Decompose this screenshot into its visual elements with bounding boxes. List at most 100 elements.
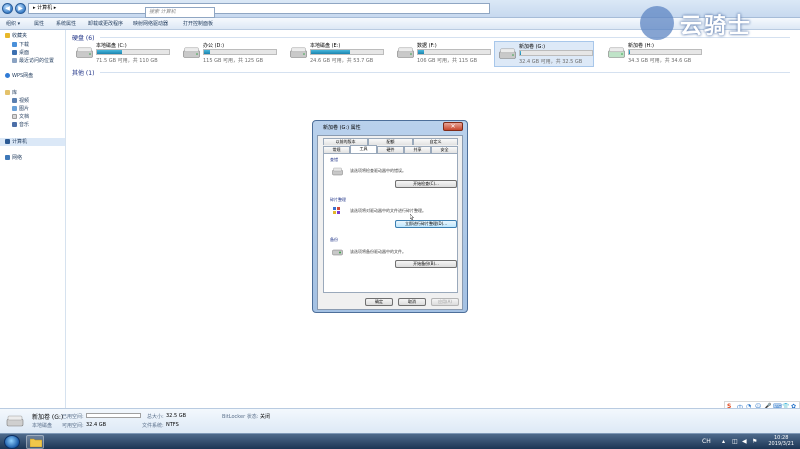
backup-icon [332,249,343,256]
desktop-icon [12,50,17,55]
details-name: 新加卷 (G:) [32,414,64,421]
nav-wps[interactable]: WPS网盘 [5,72,33,80]
details-bitlocker-value: 关闭 [260,414,271,420]
drive-name: 本地磁盘 (C:) [96,43,127,49]
forward-button[interactable]: ▶ [15,3,26,14]
group-header-other[interactable]: 其他 (1) [72,68,94,77]
check-now-button[interactable]: 开始检查(C)... [395,180,457,188]
drive-name: 办公 (D:) [203,43,225,49]
properties-dialog: 新加卷 (G:) 属性 ✕ 以前的版本 配额 自定义 常规 工具 硬件 共享 安… [312,120,468,313]
network-icon [5,155,10,160]
drive-usage-fill [97,50,123,54]
tools-panel: 查错 该选项将检查驱动器中的错误。 开始检查(C)... 碎片整理 该选项将对驱… [323,153,458,293]
drive-capacity: 106 GB 可用，共 115 GB [417,58,478,64]
details-usage-bar [86,413,141,418]
tab-sharing[interactable]: 共享 [404,146,431,153]
drive-tile[interactable]: 本地磁盘 (E:) 24.6 GB 可用，共 53.7 GB [286,41,386,67]
language-indicator[interactable]: CH [702,438,711,445]
defragment-button[interactable]: 立即进行碎片整理(D)... [395,220,457,228]
address-input[interactable]: ▸ 计算机 ▸ 搜索 计算机 [28,3,490,18]
nav-libraries[interactable]: 库 [5,89,17,97]
nav-documents[interactable]: 文档 [12,113,29,121]
search-placeholder: 搜索 计算机 [149,9,176,15]
properties-button[interactable]: 属性 [34,18,44,30]
defrag-desc: 该选项将对驱动器中的文件进行碎片整理。 [350,208,426,213]
nav-favorites[interactable]: 收藏夹 [5,32,27,40]
map-network-drive-button[interactable]: 映射网络驱动器 [133,18,168,30]
drive-usage-fill [418,50,424,54]
details-free-value: 32.4 GB [86,422,107,428]
backup-now-button[interactable]: 开始备份(B)... [395,260,457,268]
defrag-title: 碎片整理 [330,197,346,202]
navigation-pane: 收藏夹 下载 桌面 最近访问的位置 WPS网盘 库 视频 图片 文档 音乐 计算… [0,30,66,408]
apply-button[interactable]: 应用(A) [431,298,459,306]
tab-previous-versions[interactable]: 以前的版本 [323,138,368,145]
details-fs-label: 文件系统: [142,423,164,429]
drive-usage-fill [204,50,210,54]
drive-tile[interactable]: 本地磁盘 (C:) 71.5 GB 可用，共 110 GB [72,41,172,67]
taskbar: CH ▴ ◫ ◀ ⚑ 10:28 2019/3/21 [0,433,800,449]
mouse-cursor-icon [410,214,414,220]
details-total-value: 32.5 GB [166,413,187,419]
drive-tile[interactable]: 数据 (F:) 106 GB 可用，共 115 GB [393,41,493,67]
ok-button[interactable]: 确定 [365,298,393,306]
tab-quota[interactable]: 配额 [368,138,413,145]
uninstall-program-button[interactable]: 卸载或更改程序 [88,18,123,30]
nav-downloads[interactable]: 下载 [12,41,29,49]
start-button[interactable] [4,435,20,449]
drive-icon [608,47,625,58]
nav-recent[interactable]: 最近访问的位置 [12,57,54,65]
drive-capacity: 34.3 GB 可用，共 34.6 GB [628,58,692,64]
open-control-panel-button[interactable]: 打开控制面板 [183,18,213,30]
taskbar-explorer-button[interactable] [26,435,44,449]
close-icon[interactable]: ✕ [443,122,463,131]
tab-tools[interactable]: 工具 [350,145,377,153]
drive-usage-fill [629,50,630,54]
drive-icon [76,47,93,58]
nav-music[interactable]: 音乐 [12,121,29,129]
drive-icon [290,47,307,58]
tab-customize[interactable]: 自定义 [413,138,458,145]
drive-capacity: 71.5 GB 可用，共 110 GB [96,58,158,64]
defrag-icon [333,207,340,214]
tray-expand-icon[interactable]: ▴ [722,438,725,445]
drive-name: 新加卷 (H:) [628,43,654,49]
drive-name: 新加卷 (G:) [519,44,546,50]
dialog-body: 以前的版本 配额 自定义 常规 工具 硬件 共享 安全 查错 该选项将检查驱动器… [317,135,463,310]
drive-tile[interactable]: 办公 (D:) 115 GB 可用，共 125 GB [179,41,279,67]
details-free-label: 可用空间: [62,423,84,429]
watermark: 云骑士 [640,6,790,40]
network-tray-icon[interactable]: ◫ [732,438,738,445]
folder-icon [30,438,42,447]
nav-videos[interactable]: 视频 [12,97,29,105]
tab-general[interactable]: 常规 [323,146,350,153]
video-icon [12,98,17,103]
drive-tile[interactable]: 新加卷 (G:) 32.4 GB 可用，共 32.5 GB [494,41,594,67]
drive-icon [332,167,343,176]
system-properties-button[interactable]: 系统属性 [56,18,76,30]
cancel-button[interactable]: 取消 [398,298,426,306]
nav-computer[interactable]: 计算机 [0,138,65,146]
tab-hardware[interactable]: 硬件 [377,146,404,153]
drive-usage-bar [519,50,593,56]
nav-network[interactable]: 网络 [5,154,22,162]
nav-pictures[interactable]: 图片 [12,105,29,113]
system-clock[interactable]: 10:28 2019/3/21 [768,435,794,447]
flag-icon[interactable]: ⚑ [752,438,757,445]
tab-security[interactable]: 安全 [431,146,458,153]
volume-icon[interactable]: ◀ [742,438,747,445]
nav-desktop[interactable]: 桌面 [12,49,29,57]
back-button[interactable]: ◀ [2,3,13,14]
group-divider [100,72,790,73]
drive-usage-fill [520,51,521,55]
error-check-desc: 该选项将检查驱动器中的错误。 [350,168,406,173]
drive-usage-fill [311,50,350,54]
library-icon [5,90,10,95]
search-input[interactable]: 搜索 计算机 [145,7,215,18]
details-total-label: 总大小: [147,414,164,420]
computer-icon [5,139,10,144]
drive-icon [397,47,414,58]
drive-tile[interactable]: 新加卷 (H:) 34.3 GB 可用，共 34.6 GB [604,41,704,67]
organize-menu[interactable]: 组织 ▾ [6,18,20,30]
clock-date: 2019/3/21 [768,441,794,447]
